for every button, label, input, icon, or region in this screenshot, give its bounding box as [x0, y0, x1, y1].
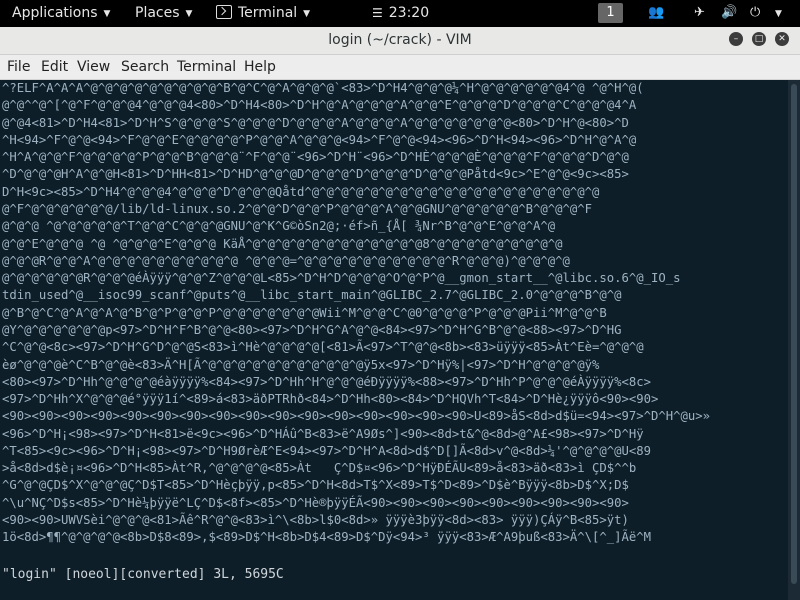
vim-status-line: "login" [noeol][converted] 3L, 5695C	[2, 567, 284, 582]
chevron-down-icon: ▼	[185, 9, 193, 19]
buffer-line: @^@^@R^@^@^A^@^@^@^@^@^@^@^@^@^@ ^@^@^@=…	[2, 253, 570, 268]
terminal-app-label: Terminal	[238, 5, 298, 21]
volume-icon[interactable]: 🔊	[721, 5, 737, 20]
buffer-line: <97>^D^Hh^X^@^@^@é°ÿÿÿ1í^<89>á<83>äðPTRh…	[2, 392, 659, 407]
top-bar: Applications ▼ Places ▼ Terminal ▼ ☰ 23:20 1…	[0, 0, 800, 27]
menu-file[interactable]: File	[7, 55, 30, 79]
buffer-line: @^@4<81>^D^H4<81>^D^H^S^@^@^@^S^@^@^@^D^…	[2, 115, 629, 130]
menu-terminal[interactable]: Terminal	[177, 55, 236, 79]
menu-search[interactable]: Search	[121, 55, 169, 79]
buffer-line: ^H<94>^F^@^@<94>^F^@^@^E^@^@^@^@^P^@^@^A…	[2, 132, 637, 147]
calendar-icon: ☰	[372, 6, 383, 20]
clock[interactable]: ☰ 23:20	[372, 0, 429, 27]
buffer-line: ^G^@^@ÇD$^X^@^@^@Ç^D$T<85>^D^Hèçþÿÿ,p<85…	[2, 478, 629, 493]
buffer-line: 1ö<8d>¶¶^@^@^@^@<8b>D$8<89>,$<89>D$^H<8b…	[2, 530, 652, 545]
menu-bar: File Edit View Search Terminal Help	[0, 55, 800, 80]
buffer-line: ^T<85><9c><96>^D^H¡<98><97>^D^H9ØrèÆ^E<9…	[2, 443, 652, 458]
buffer-line: <90><90>UWVSèi^@^@^@<81>Ãê^R^@^@<83>ì^\<…	[2, 513, 629, 528]
clock-label: 23:20	[388, 5, 430, 21]
terminal-app-menu[interactable]: Terminal ▼	[216, 0, 310, 27]
places-menu[interactable]: Places ▼	[135, 0, 192, 27]
buffer-line: @^@^@^@^@^@R^@^@^@éÀÿÿÿ^@^@^Z^@^@^@L<85>…	[2, 271, 681, 286]
chevron-down-icon: ▼	[303, 9, 311, 19]
buffer-line: <80><97>^D^Hh^@^@^@^@éàÿÿÿÿ%<84><97>^D^H…	[2, 374, 652, 389]
applications-label: Applications	[12, 5, 98, 21]
power-icon[interactable]: ⏻	[750, 5, 760, 20]
buffer-line: @^@^^@^[^@^F^@^@^@4^@^@^@4<80>^D^H4<80>^…	[2, 98, 637, 113]
buffer-line: ^\u^NÇ^D$s<85>^D^Hè¼þÿÿë^LÇ^D$<8f><85>^D…	[2, 495, 629, 510]
window-title: login (~/crack) - VIM	[328, 32, 472, 48]
scrollbar[interactable]	[788, 80, 800, 600]
places-label: Places	[135, 5, 180, 21]
network-icon[interactable]: ✈	[694, 5, 705, 20]
menu-help[interactable]: Help	[244, 55, 276, 79]
buffer-line: ^D^@^@^@H^A^@^@H<81>^D^HH<81>^D^HD^@^@^@…	[2, 167, 629, 182]
menu-view[interactable]: View	[77, 55, 110, 79]
menu-edit[interactable]: Edit	[41, 55, 68, 79]
window-titlebar[interactable]: login (~/crack) - VIM – □ ✕	[0, 27, 800, 55]
buffer-line: <90><90><90><90><90><90><90><90><90><90>…	[2, 409, 711, 424]
vim-buffer[interactable]: ^?ELF^A^A^A^@^@^@^@^@^@^@^@^@^B^@^C^@^A^…	[0, 80, 788, 547]
terminal-view[interactable]: ^?ELF^A^A^A^@^@^@^@^@^@^@^@^@^B^@^C^@^A^…	[0, 80, 788, 600]
buffer-line: @^@^@ ^@^@^@^@^@^T^@^@^C^@^@^@GNU^@^K^G©…	[2, 219, 556, 234]
buffer-line: >å<8d>d$è¡¤<96>^D^H<85>Àt^R,^@^@^@^@<85>…	[2, 461, 637, 476]
close-button[interactable]: ✕	[775, 32, 789, 46]
buffer-line: D^H<9c><85>^D^H4^@^@^@4^@^@^@^D^@^@^@Qåt…	[2, 184, 600, 199]
applications-menu[interactable]: Applications ▼	[12, 0, 110, 27]
chevron-down-icon: ▼	[103, 9, 111, 19]
buffer-line: ^C^@^@<8c><97>^D^H^G^D^@^@S<83>ì^Hè^@^@^…	[2, 340, 644, 355]
workspace-indicator[interactable]: 1	[598, 3, 623, 23]
buffer-line: ^?ELF^A^A^A^@^@^@^@^@^@^@^@^@^B^@^C^@^A^…	[2, 81, 644, 95]
users-icon[interactable]: 👥	[648, 5, 664, 20]
buffer-line: ^H^A^@^@^F^@^@^@^@^P^@^@^B^@^@^@¨^F^@^@¨…	[2, 150, 629, 165]
buffer-line: <96>^D^H¡<98><97>^D^H<81>ë<9c><96>^D^HÁû…	[2, 426, 644, 441]
buffer-line: @^B^@^C^@^A^@^A^@^B^@^P^@^@^P^@^@^@^@^@^…	[2, 305, 607, 320]
chevron-down-icon[interactable]: ▼	[775, 9, 782, 19]
minimize-button[interactable]: –	[729, 32, 743, 46]
buffer-line: tdin_used^@__isoc99_scanf^@puts^@__libc_…	[2, 288, 622, 303]
buffer-line: @^F^@^@^@^@^@^@/lib/ld-linux.so.2^@^@^D^…	[2, 201, 593, 216]
maximize-button[interactable]: □	[752, 32, 766, 46]
terminal-icon	[216, 5, 232, 19]
buffer-line: @^@^E^@^@^@ ^@ ^@^@^@^E^@^@^@ KäÅ^@^@^@^…	[2, 236, 563, 251]
buffer-line: @Y^@^@^@^@^@^@p<97>^D^H^F^B^@^@<80><97>^…	[2, 322, 622, 337]
scrollbar-thumb[interactable]	[791, 84, 797, 584]
buffer-line: èø^@^@^@è^C^B^@^@è<83>Ä^H[Ã^@^@^@^@^@^@^…	[2, 357, 600, 372]
